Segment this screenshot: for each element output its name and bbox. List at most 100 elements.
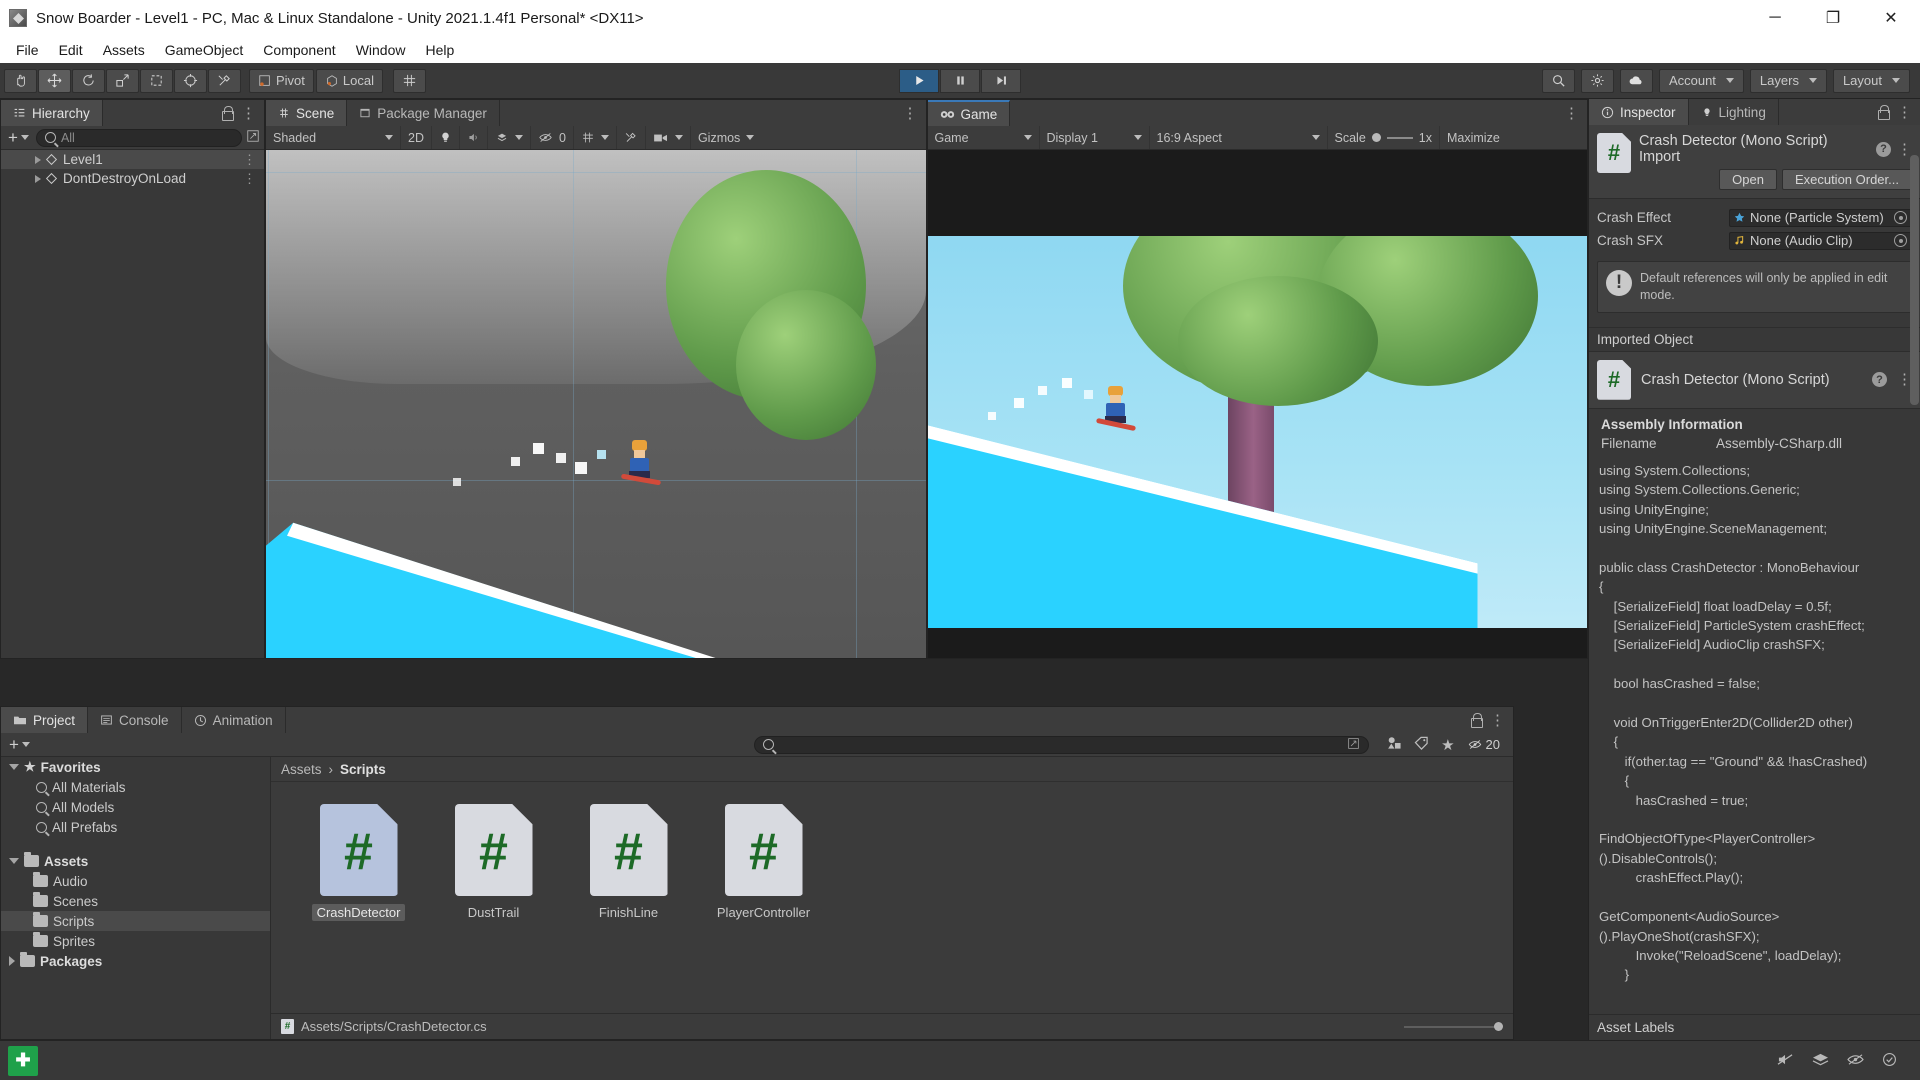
kebab-menu-icon[interactable]: ⋮ <box>243 171 256 187</box>
scale-tool-button[interactable] <box>106 68 139 93</box>
expand-arrow-icon[interactable] <box>9 858 19 864</box>
hierarchy-item-dontdestroyonload[interactable]: DontDestroyOnLoad ⋮ <box>1 169 264 188</box>
zoom-slider-knob[interactable] <box>1494 1022 1503 1031</box>
hierarchy-expand-icon[interactable] <box>246 129 260 146</box>
tree-item-all-models[interactable]: All Models <box>1 797 270 817</box>
scale-slider-knob[interactable] <box>1371 133 1381 142</box>
gizmo-icon[interactable] <box>1580 68 1614 93</box>
create-asset-button[interactable]: + <box>6 736 33 753</box>
2d-toggle-button[interactable]: 2D <box>401 126 432 149</box>
hidden-assets-counter[interactable]: 20 <box>1467 737 1500 752</box>
search-expand-icon[interactable] <box>1347 737 1360 753</box>
lock-icon[interactable] <box>1877 105 1890 120</box>
kebab-menu-icon[interactable]: ⋮ <box>241 106 256 121</box>
tree-item-all-prefabs[interactable]: All Prefabs <box>1 817 270 837</box>
shading-mode-dropdown[interactable]: Shaded <box>266 126 401 149</box>
kebab-menu-icon[interactable]: ⋮ <box>243 152 256 168</box>
crash-sfx-object-field[interactable]: None (Audio Clip) <box>1729 231 1912 250</box>
menu-item-assets[interactable]: Assets <box>93 39 155 61</box>
asset-labels-section[interactable]: Asset Labels <box>1589 1014 1920 1040</box>
maximize-on-play-button[interactable]: Maximize <box>1440 126 1507 149</box>
aspect-dropdown[interactable]: 16:9 Aspect <box>1150 126 1328 149</box>
layers-status-icon[interactable] <box>1811 1052 1830 1070</box>
hierarchy-item-level1[interactable]: Level1 ⋮ <box>1 150 264 169</box>
expand-arrow-icon[interactable] <box>35 155 41 164</box>
label-filter-icon[interactable] <box>1414 736 1429 753</box>
camera-dropdown[interactable] <box>646 126 691 149</box>
asset-type-filter-icon[interactable] <box>1387 736 1402 753</box>
tree-item-assets[interactable]: Assets <box>1 851 270 871</box>
tab-animation[interactable]: Animation <box>182 707 286 733</box>
kebab-menu-icon[interactable]: ⋮ <box>1897 105 1912 120</box>
tab-game[interactable]: Game <box>927 100 1011 126</box>
step-button[interactable] <box>981 68 1021 93</box>
account-dropdown[interactable]: Account <box>1658 68 1744 93</box>
inspector-scroll-area[interactable]: # Crash Detector (Mono Script) Import ? … <box>1589 125 1920 1014</box>
expand-arrow-icon[interactable] <box>9 764 19 770</box>
menu-item-gameobject[interactable]: GameObject <box>155 39 254 61</box>
tree-item-audio[interactable]: Audio <box>1 871 270 891</box>
expand-arrow-icon[interactable] <box>35 174 41 183</box>
inspector-scrollbar[interactable] <box>1910 151 1919 1012</box>
hierarchy-search-input[interactable]: All <box>35 128 242 147</box>
expand-arrow-icon[interactable] <box>9 956 15 966</box>
effects-dropdown[interactable] <box>488 126 531 149</box>
help-icon[interactable]: ? <box>1872 372 1887 388</box>
lock-icon[interactable] <box>1470 713 1483 728</box>
asset-item-crashdetector[interactable]: # CrashDetector <box>291 804 426 921</box>
move-tool-button[interactable] <box>38 68 71 93</box>
scrollbar-thumb[interactable] <box>1910 155 1919 405</box>
lock-icon[interactable] <box>221 106 234 121</box>
pivot-toggle-button[interactable]: Pivot <box>249 68 314 93</box>
hand-tool-button[interactable] <box>4 68 37 93</box>
windows-start-icon[interactable]: ✚ <box>8 1045 38 1076</box>
open-button[interactable]: Open <box>1719 169 1777 190</box>
tree-item-scripts[interactable]: Scripts <box>1 911 270 931</box>
menu-item-edit[interactable]: Edit <box>49 39 93 61</box>
tree-item-scenes[interactable]: Scenes <box>1 891 270 911</box>
breadcrumb-item-assets[interactable]: Assets <box>281 762 322 777</box>
cloud-icon[interactable] <box>1619 68 1653 93</box>
layers-dropdown[interactable]: Layers <box>1749 68 1827 93</box>
asset-item-dusttrail[interactable]: # DustTrail <box>426 804 561 921</box>
tab-inspector[interactable]: Inspector <box>1589 99 1689 125</box>
maximize-button[interactable]: ❐ <box>1804 0 1862 36</box>
tree-item-all-materials[interactable]: All Materials <box>1 777 270 797</box>
tab-console[interactable]: Console <box>88 707 182 733</box>
menu-item-window[interactable]: Window <box>346 39 416 61</box>
audio-icon[interactable] <box>460 126 488 149</box>
kebab-menu-icon[interactable]: ⋮ <box>903 106 918 121</box>
execution-order-button[interactable]: Execution Order... <box>1781 169 1912 190</box>
hidden-objects-toggle[interactable]: 0 <box>531 126 574 149</box>
menu-item-file[interactable]: File <box>6 39 49 61</box>
close-button[interactable]: ✕ <box>1862 0 1920 36</box>
custom-tool-button[interactable] <box>208 68 241 93</box>
rotate-tool-button[interactable] <box>72 68 105 93</box>
game-view-dropdown[interactable]: Game <box>928 126 1040 149</box>
handle-toggle-button[interactable]: Local <box>315 68 383 93</box>
game-view-canvas[interactable] <box>927 150 1587 658</box>
menu-item-component[interactable]: Component <box>253 39 345 61</box>
gizmos-dropdown[interactable]: Gizmos <box>691 126 761 149</box>
tree-item-sprites[interactable]: Sprites <box>1 931 270 951</box>
search-icon[interactable] <box>1541 68 1575 93</box>
object-picker-icon[interactable] <box>1894 211 1907 224</box>
help-icon[interactable]: ? <box>1876 141 1891 157</box>
play-button[interactable] <box>899 68 939 93</box>
layout-dropdown[interactable]: Layout <box>1832 68 1910 93</box>
tab-hierarchy[interactable]: Hierarchy <box>1 100 103 126</box>
tree-item-favorites[interactable]: ★ Favorites <box>1 757 270 777</box>
kebab-menu-icon[interactable]: ⋮ <box>1490 713 1505 728</box>
display-dropdown[interactable]: Display 1 <box>1040 126 1150 149</box>
lighting-icon[interactable] <box>432 126 460 149</box>
asset-zoom-slider[interactable] <box>1404 1022 1503 1031</box>
visibility-icon[interactable] <box>1846 1052 1865 1070</box>
grid-snap-button[interactable] <box>392 68 426 93</box>
project-search-input[interactable] <box>754 735 1370 754</box>
transform-tool-button[interactable] <box>174 68 207 93</box>
tab-project[interactable]: Project <box>1 707 89 733</box>
minimize-button[interactable]: ─ <box>1746 0 1804 36</box>
check-status-icon[interactable] <box>1881 1052 1898 1070</box>
scene-view-canvas[interactable] <box>266 150 926 658</box>
menu-item-help[interactable]: Help <box>415 39 464 61</box>
